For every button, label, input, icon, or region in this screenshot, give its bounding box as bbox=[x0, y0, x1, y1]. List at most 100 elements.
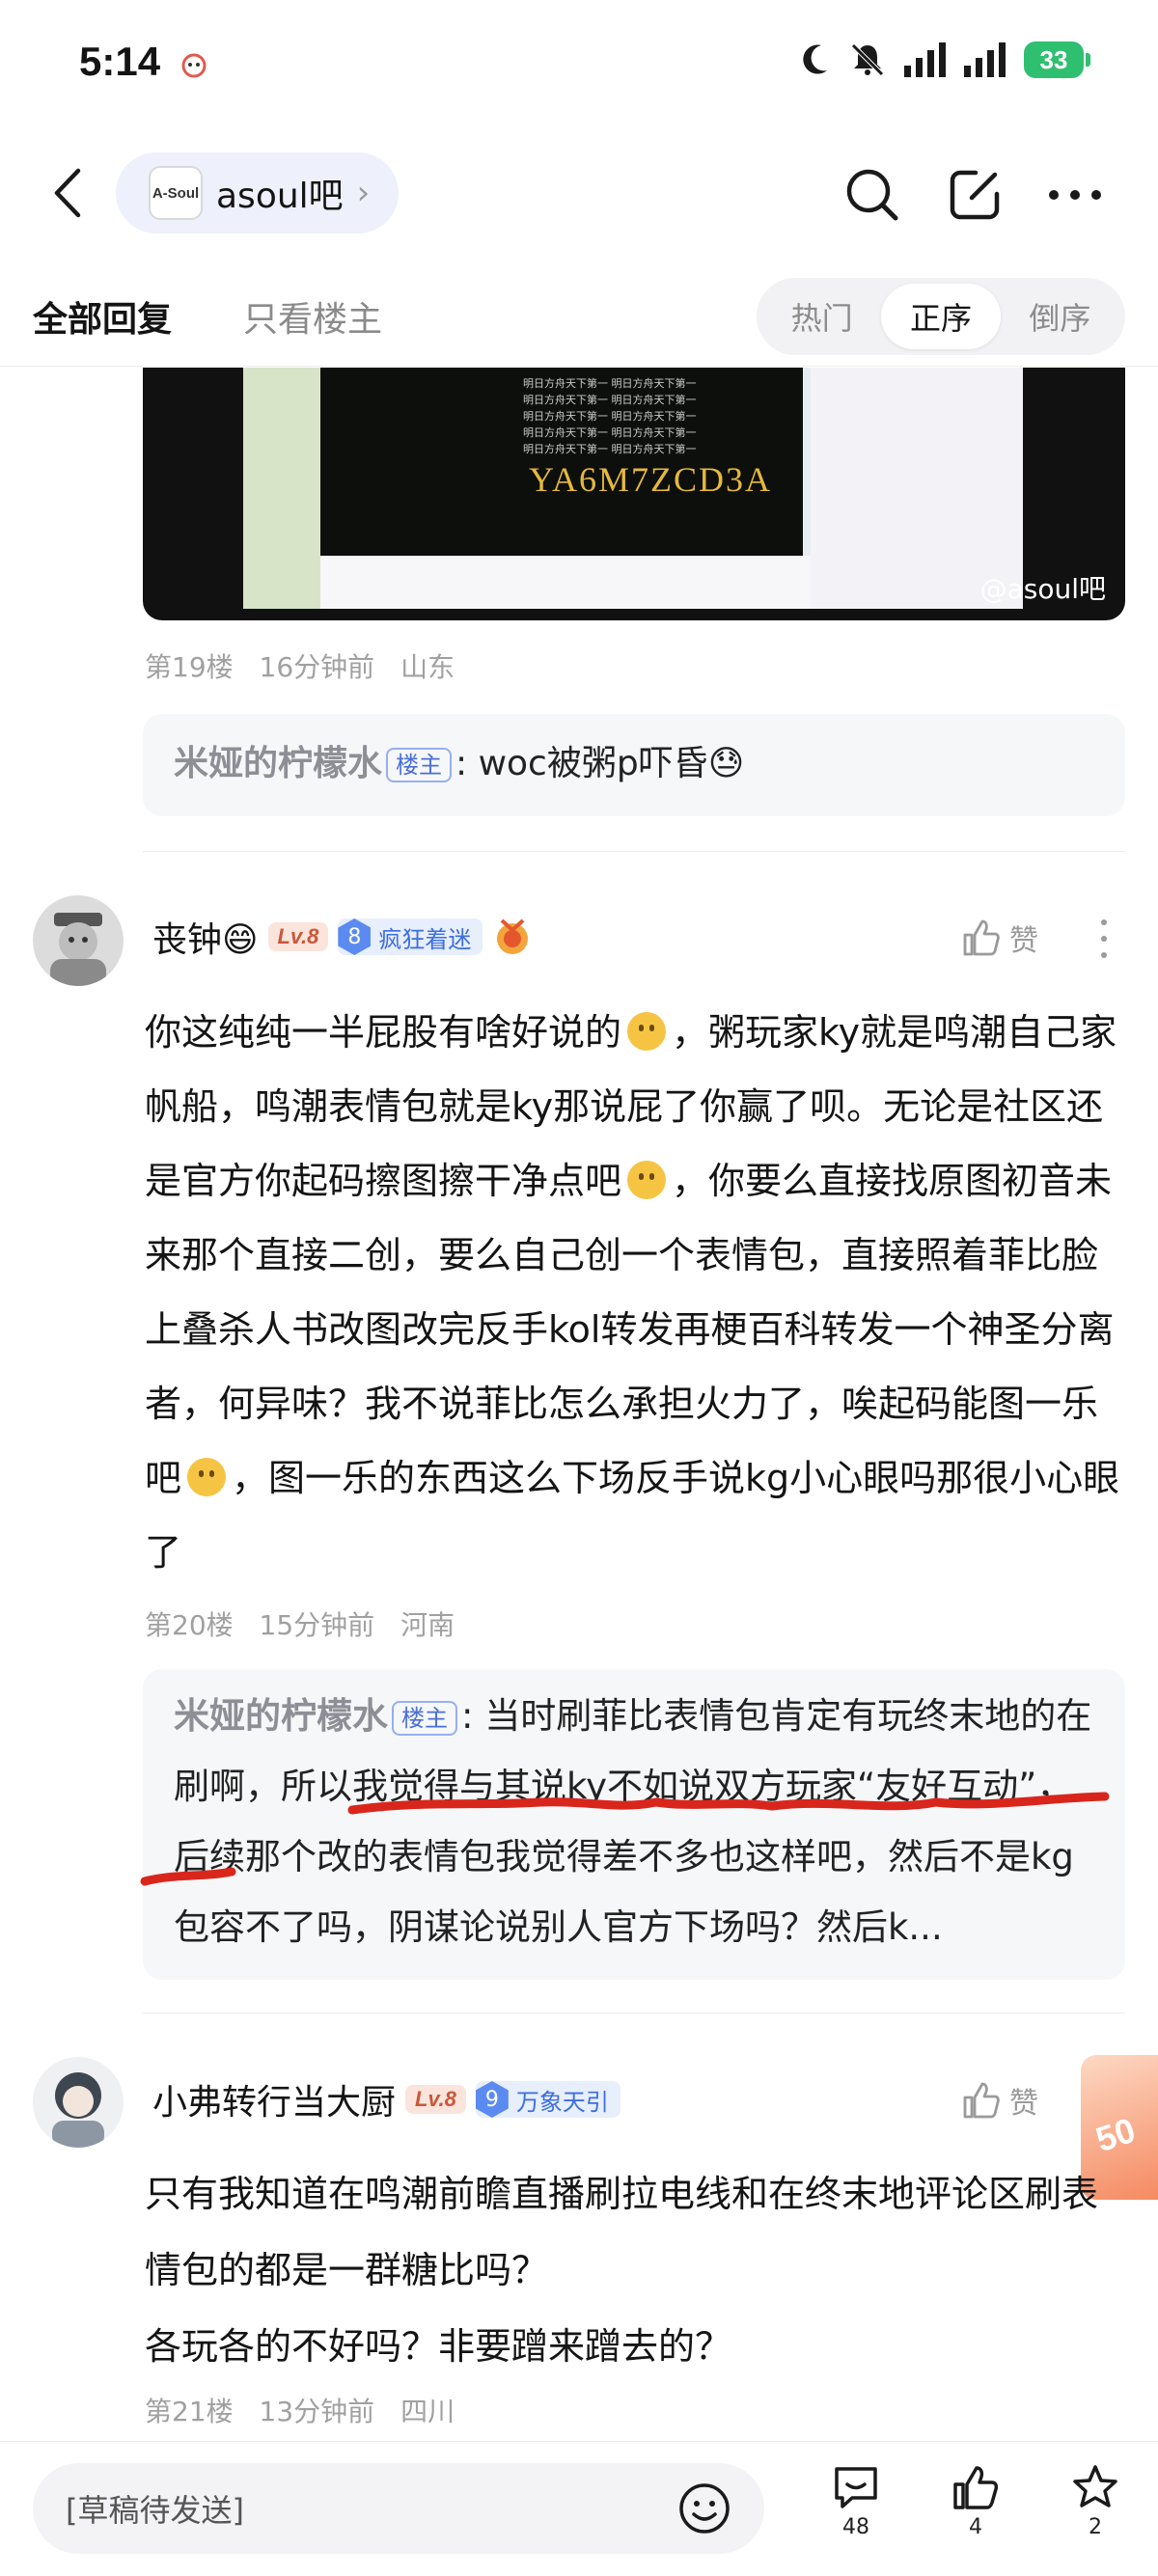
danmaku-line: 明日方舟天下第一 明日方舟天下第一 bbox=[523, 377, 697, 390]
reply-username[interactable]: 米娅的柠檬水 bbox=[174, 744, 382, 783]
post-time: 15分钟前 bbox=[259, 1609, 375, 1641]
emoji-icon[interactable] bbox=[677, 2481, 731, 2535]
chevron-right-icon: › bbox=[356, 174, 371, 212]
floor21-body: 只有我知道在鸣潮前瞻直播刷拉电线和在终末地评论区刷表情包的都是一群糖比吗？ 各玩… bbox=[145, 2173, 1099, 2368]
post-location: 山东 bbox=[400, 651, 455, 683]
floor-number: 第19楼 bbox=[145, 651, 234, 683]
sort-hot[interactable]: 热门 bbox=[762, 284, 881, 349]
edit-icon bbox=[950, 170, 1000, 220]
sort-ascending[interactable]: 正序 bbox=[881, 284, 1001, 349]
level-badge: Lv.8 bbox=[405, 2085, 466, 2114]
post-location: 四川 bbox=[400, 2396, 455, 2427]
reply-username[interactable]: 米娅的柠檬水 bbox=[174, 1695, 388, 1737]
post-text: ，你要么直接找原图初音未来那个直接二创，要么自己创一个表情包，直接照着菲比脸上叠… bbox=[145, 1160, 1115, 1499]
level-badge: Lv.8 bbox=[267, 922, 329, 951]
post-time: 16分钟前 bbox=[259, 651, 375, 683]
username[interactable]: 丧钟😄 bbox=[152, 912, 259, 962]
danmaku-line: 明日方舟天下第一 明日方舟天下第一 bbox=[523, 426, 697, 439]
favorite-count: 2 bbox=[1089, 2515, 1102, 2539]
danmaku-line: 明日方舟天下第一 明日方舟天下第一 bbox=[523, 394, 697, 406]
forum-name: asoul吧 bbox=[216, 177, 344, 216]
reply-input[interactable]: [草稿待发送] bbox=[33, 2463, 764, 2554]
fan-badge: 9 万象天引 bbox=[475, 2081, 620, 2118]
fan-level-number: 9 bbox=[475, 2081, 509, 2118]
fan-title: 疯狂着迷 bbox=[378, 925, 472, 953]
floor-number: 第20楼 bbox=[145, 1609, 234, 1641]
floor20-meta: 第20楼 15分钟前 河南 bbox=[145, 1604, 472, 1643]
video-thumbnail[interactable]: 明日方舟天下第一 明日方舟天下第一 明日方舟天下第一 明日方舟天下第一 明日方舟… bbox=[143, 368, 1125, 620]
more-vertical-icon bbox=[1101, 919, 1107, 926]
back-button[interactable] bbox=[39, 162, 96, 224]
video-code-overlay: YA6M7ZCD3A bbox=[529, 460, 773, 499]
more-vertical-icon bbox=[1101, 935, 1107, 942]
like-button[interactable]: 赞 bbox=[961, 917, 1038, 959]
like-count: 4 bbox=[969, 2515, 982, 2539]
floor19-meta: 第19楼 16分钟前 山东 bbox=[145, 646, 472, 685]
reply-filter-bar: 全部回复 只看楼主 热门 正序 倒序 bbox=[0, 270, 1158, 367]
status-bar: 5:14 33 bbox=[0, 0, 1158, 135]
favorite-button[interactable]: 2 bbox=[1052, 2463, 1139, 2539]
op-badge: 楼主 bbox=[386, 748, 453, 782]
search-icon bbox=[846, 169, 898, 221]
divider bbox=[143, 2013, 1125, 2014]
battery-level: 33 bbox=[1024, 41, 1084, 78]
compose-button[interactable] bbox=[944, 164, 1006, 226]
danmaku-line: 明日方舟天下第一 明日方舟天下第一 bbox=[523, 443, 697, 455]
comment-icon bbox=[835, 2467, 877, 2508]
more-vertical-icon bbox=[1101, 951, 1107, 958]
top-nav: A-Soul asoul吧 › bbox=[0, 145, 1158, 241]
tab-all-replies[interactable]: 全部回复 bbox=[33, 291, 172, 342]
post-more-button[interactable] bbox=[1094, 915, 1114, 963]
video-danmaku: 明日方舟天下第一 明日方舟天下第一 明日方舟天下第一 明日方舟天下第一 明日方舟… bbox=[523, 375, 832, 457]
status-icons: 33 bbox=[798, 41, 1090, 79]
signal-icon-2 bbox=[964, 42, 1006, 77]
sort-descending[interactable]: 倒序 bbox=[1001, 284, 1119, 349]
comment-count: 48 bbox=[842, 2515, 869, 2539]
like-label: 赞 bbox=[1009, 924, 1038, 958]
post-location: 河南 bbox=[400, 1609, 455, 1641]
chevron-left-icon bbox=[54, 168, 81, 218]
signal-icon bbox=[904, 42, 946, 77]
tab-op-only[interactable]: 只看楼主 bbox=[243, 291, 382, 342]
like-post-button[interactable]: 4 bbox=[932, 2463, 1019, 2539]
forum-logo: A-Soul bbox=[149, 166, 203, 220]
post-text: ，图一乐的东西这么下场反手说kg小心眼吗那很小心眼了 bbox=[145, 1457, 1120, 1574]
comments-button[interactable]: 48 bbox=[813, 2463, 899, 2539]
floor20-user-row: 丧钟😄 Lv.8 8 疯狂着迷 bbox=[152, 912, 533, 962]
thinking-emoji-icon bbox=[187, 1458, 227, 1496]
floor-number: 第21楼 bbox=[145, 2396, 234, 2427]
avatar[interactable] bbox=[33, 2057, 124, 2148]
search-button[interactable] bbox=[841, 164, 903, 226]
reply-content: : woc被粥p吓昏😓 bbox=[455, 744, 745, 783]
star-icon bbox=[1073, 2465, 1117, 2507]
post-time: 13分钟前 bbox=[259, 2396, 375, 2427]
post-text: 你这纯纯一半屁股有啥好说的 bbox=[145, 1011, 622, 1054]
bottom-action-bar: [草稿待发送] 48 4 2 bbox=[0, 2441, 1158, 2576]
thinking-emoji-icon bbox=[627, 1161, 667, 1199]
username[interactable]: 小弗转行当大厨 bbox=[152, 2074, 396, 2124]
fan-title: 万象天引 bbox=[515, 2088, 609, 2116]
like-button[interactable]: 赞 bbox=[961, 2079, 1038, 2122]
video-toolbar bbox=[320, 556, 811, 609]
thinking-emoji-icon bbox=[627, 1012, 667, 1051]
draft-placeholder: [草稿待发送] bbox=[66, 2492, 244, 2529]
forum-entry-pill[interactable]: A-Soul asoul吧 › bbox=[116, 152, 400, 233]
floor20-body: 你这纯纯一半屁股有啥好说的 ，粥玩家ky就是鸣潮自己家帆船，鸣潮表情包就是ky那说… bbox=[145, 996, 1129, 1590]
floor20-sub-reply[interactable]: 米娅的柠檬水 楼主: 当时刷菲比表情包肯定有玩终末地的在刷啊，所以我觉得与其说ky… bbox=[143, 1669, 1125, 1980]
moon-icon bbox=[803, 44, 827, 74]
video-watermark: @asoul吧 bbox=[979, 573, 1106, 605]
avatar[interactable] bbox=[33, 895, 124, 986]
danmaku-line: 明日方舟天下第一 明日方舟天下第一 bbox=[523, 410, 697, 423]
battery-indicator: 33 bbox=[1024, 41, 1090, 78]
like-label: 赞 bbox=[1009, 2087, 1038, 2121]
promo-text: 50 bbox=[1090, 2109, 1141, 2160]
op-badge: 楼主 bbox=[392, 1700, 457, 1736]
notification-app-icon bbox=[181, 53, 207, 78]
floor21-user-row: 小弗转行当大厨 Lv.8 9 万象天引 bbox=[152, 2074, 620, 2124]
user-avatar-image bbox=[33, 2057, 124, 2148]
floor19-sub-reply[interactable]: 米娅的柠檬水 楼主: woc被粥p吓昏😓 bbox=[143, 714, 1125, 816]
fan-level-number: 8 bbox=[338, 918, 372, 955]
sort-segmented-control: 热门 正序 倒序 bbox=[757, 278, 1125, 355]
thumbs-up-icon bbox=[963, 2082, 1000, 2119]
more-options-button[interactable] bbox=[1044, 164, 1106, 226]
